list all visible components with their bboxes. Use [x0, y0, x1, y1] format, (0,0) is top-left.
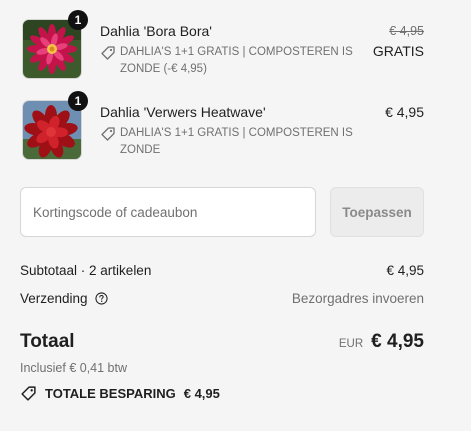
order-summary: 1 Dahlia 'Bora Bora' DAHLIA'S 1+1 GRATIS…	[0, 0, 471, 431]
subtotal-row: Subtotaal · 2 artikelen € 4,95	[20, 262, 424, 279]
discount-label: DAHLIA'S 1+1 GRATIS | COMPOSTEREN IS ZON…	[120, 127, 353, 156]
total-row: Totaal EUR € 4,95	[20, 330, 424, 354]
item-price: € 4,95	[385, 104, 424, 120]
product-name: Dahlia 'Verwers Heatwave'	[100, 104, 266, 120]
discount-label: DAHLIA'S 1+1 GRATIS | COMPOSTEREN IS ZON…	[120, 46, 353, 75]
discount-info: DAHLIA'S 1+1 GRATIS | COMPOSTEREN IS ZON…	[100, 44, 356, 78]
product-thumbnail: 1	[22, 91, 88, 160]
product-name: Dahlia 'Bora Bora'	[100, 23, 212, 39]
tag-icon	[101, 127, 115, 141]
tax-note: Inclusief € 0,41 btw	[20, 361, 128, 375]
discount-info: DAHLIA'S 1+1 GRATIS | COMPOSTEREN IS ZON…	[100, 125, 356, 159]
apply-discount-button[interactable]: Toepassen	[330, 187, 424, 237]
total-label: Totaal	[20, 331, 75, 352]
tax-row: Inclusief € 0,41 btw	[20, 360, 424, 376]
tag-icon	[21, 386, 36, 401]
product-thumbnail: 1	[22, 10, 88, 79]
shipping-value: Bezorgadres invoeren	[291, 291, 424, 306]
shipping-row: Verzending Bezorgadres invoeren	[20, 290, 424, 307]
subtotal-value: € 4,95	[386, 263, 424, 278]
help-icon[interactable]	[95, 292, 108, 305]
line-item: 1 Dahlia 'Verwers Heatwave' DAHLIA'S 1+1…	[22, 91, 424, 160]
currency-code: EUR	[338, 338, 364, 350]
quantity-badge: 1	[68, 91, 88, 111]
original-price: € 4,95	[389, 24, 424, 38]
line-item: 1 Dahlia 'Bora Bora' DAHLIA'S 1+1 GRATIS…	[22, 10, 424, 79]
item-price: GRATIS	[372, 43, 424, 59]
shipping-label: Verzending	[20, 291, 88, 306]
tag-icon	[101, 46, 115, 60]
subtotal-label: Subtotaal · 2 artikelen	[20, 263, 152, 278]
total-amount: € 4,95	[371, 331, 424, 352]
total-savings: TOTALE BESPARING € 4,95	[20, 385, 220, 402]
discount-code-input[interactable]	[20, 187, 316, 237]
savings-amount: € 4,95	[183, 386, 220, 401]
discount-code-form: Toepassen	[20, 187, 424, 237]
quantity-badge: 1	[68, 10, 88, 30]
savings-label: TOTALE BESPARING	[45, 386, 176, 401]
